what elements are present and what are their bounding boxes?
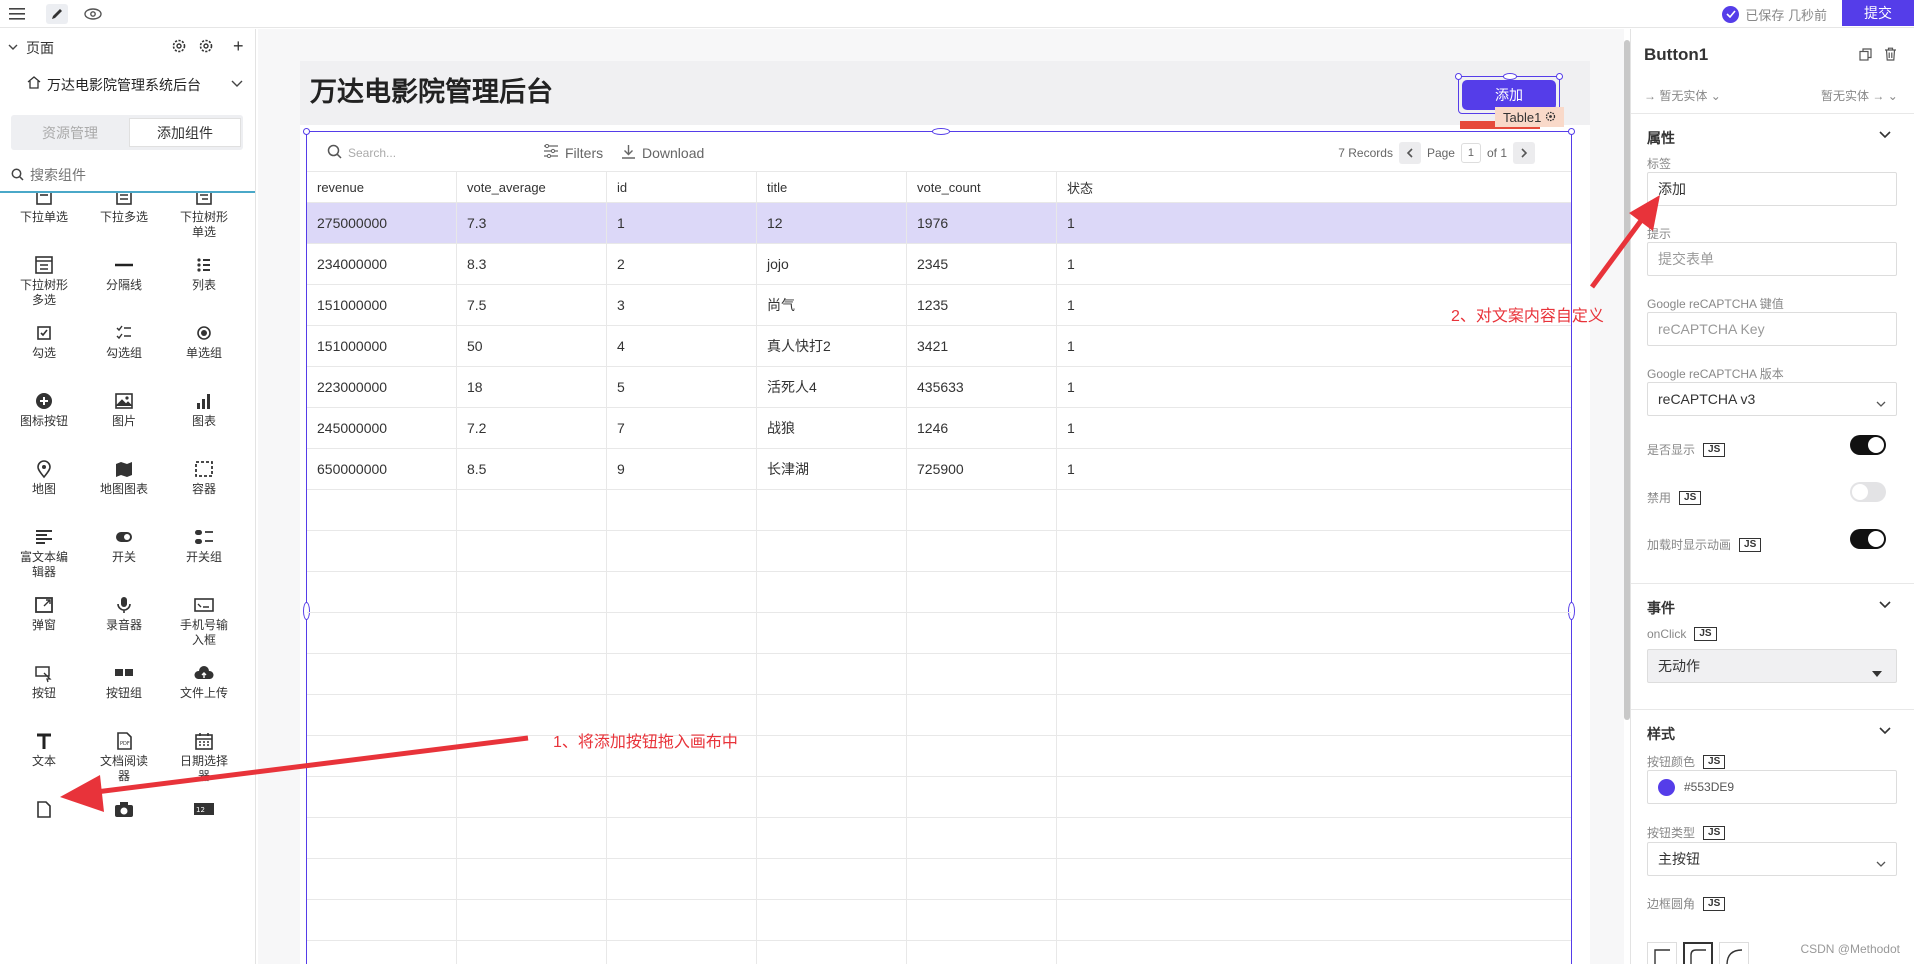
drag-arrow-line xyxy=(87,735,529,796)
customize-arrow-head xyxy=(1629,195,1660,231)
annotation-step1: 1、将添加按钮拖入画布中 xyxy=(553,734,738,751)
customize-arrow-line xyxy=(1589,216,1646,289)
drag-arrow-head xyxy=(60,775,104,812)
annotation-arrows xyxy=(60,195,1660,812)
annotation-step2: 2、对文案内容自定义 xyxy=(1451,308,1604,325)
watermark: CSDN @Methodot xyxy=(1800,942,1900,956)
